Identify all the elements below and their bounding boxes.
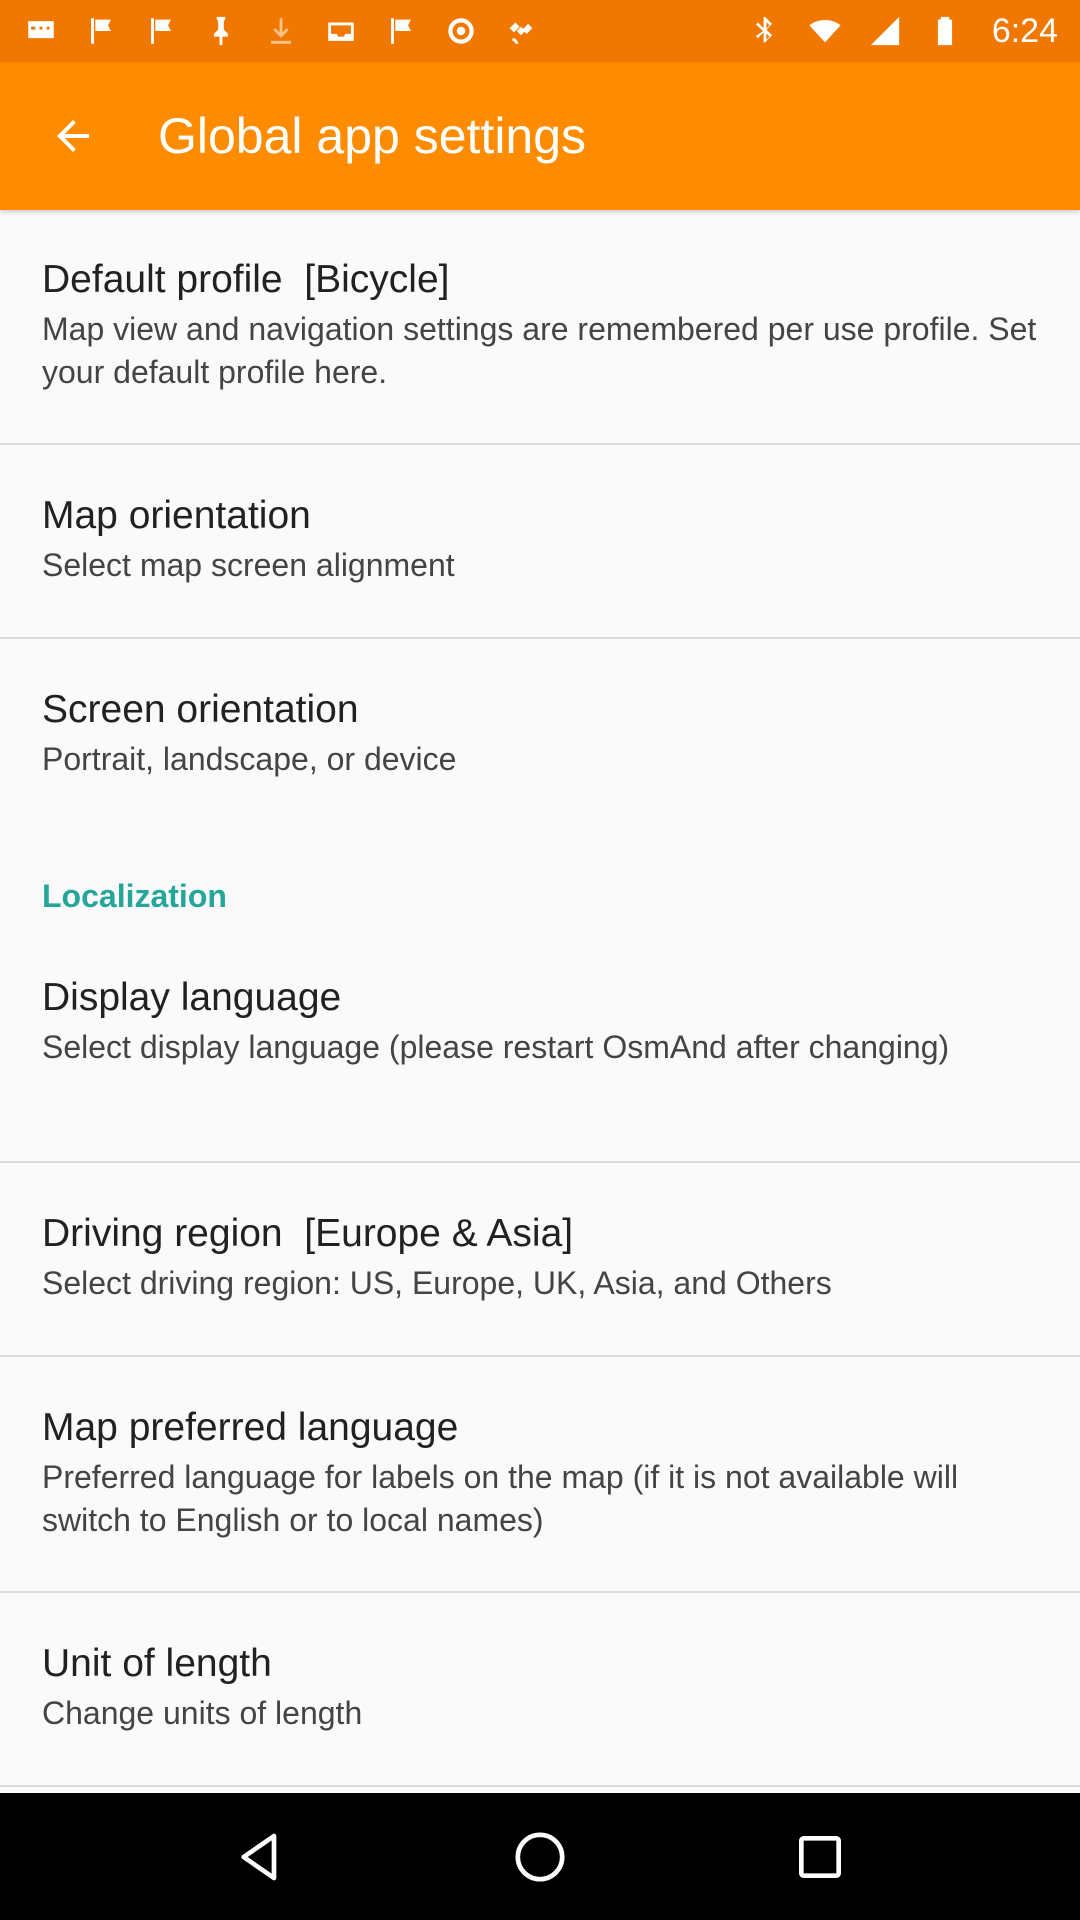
localization-category-header: Localization: [42, 878, 227, 914]
screen-orientation-summary: Portrait, landscape, or device: [42, 741, 457, 777]
message-icon: [24, 14, 58, 48]
flag-icon: [84, 14, 118, 48]
arrow-back-icon: [57, 120, 89, 152]
map-preferred-language-title: Map preferred language: [42, 1406, 459, 1449]
page-title: Global app settings: [158, 108, 587, 164]
divider: [0, 1161, 1080, 1163]
driving-region-summary: Select driving region: US, Europe, UK, A…: [42, 1265, 832, 1301]
fake-gps-icon: [504, 14, 538, 48]
clock: 6:24: [991, 11, 1058, 50]
default-profile-title: Default profile [Bicycle]: [42, 258, 450, 301]
screen-orientation-title: Screen orientation: [42, 688, 359, 731]
unit-of-length-item[interactable]: Unit of length Change units of length: [0, 1640, 1080, 1735]
bluetooth-icon: [748, 14, 782, 48]
map-orientation-summary: Select map screen alignment: [42, 547, 455, 583]
navigation-bar: [0, 1793, 1080, 1920]
nav-home-button[interactable]: [492, 1809, 588, 1905]
home-circle-icon: [515, 1832, 565, 1881]
default-profile-summary: Map view and navigation settings are rem…: [42, 311, 1037, 390]
driving-region-item[interactable]: Driving region [Europe & Asia] Select dr…: [0, 1210, 1080, 1305]
unit-of-length-title: Unit of length: [42, 1642, 272, 1685]
map-orientation-title: Map orientation: [42, 494, 311, 537]
flag-icon: [384, 14, 418, 48]
map-preferred-language-item[interactable]: Map preferred language Preferred languag…: [0, 1404, 1080, 1542]
screen-orientation-item[interactable]: Screen orientation Portrait, landscape, …: [0, 686, 1080, 781]
battery-icon: [928, 14, 962, 48]
divider: [0, 443, 1080, 445]
divider: [0, 1591, 1080, 1593]
divider: [0, 1785, 1080, 1787]
nav-back-button[interactable]: [212, 1809, 308, 1905]
unit-of-length-summary: Change units of length: [42, 1695, 363, 1731]
status-bar: 6:24: [0, 0, 1080, 62]
inbox-icon: [324, 14, 358, 48]
recents-square-icon: [799, 1835, 841, 1878]
nav-recents-button[interactable]: [772, 1809, 868, 1905]
notification-icons: [24, 14, 538, 48]
wifi-icon: [808, 14, 842, 48]
divider: [0, 637, 1080, 639]
display-language-summary: Select display language (please restart …: [42, 1029, 950, 1065]
display-language-title: Display language: [42, 976, 342, 1019]
driving-region-title: Driving region [Europe & Asia]: [42, 1212, 574, 1255]
back-button[interactable]: [0, 62, 146, 210]
divider: [0, 1355, 1080, 1357]
map-preferred-language-summary: Preferred language for labels on the map…: [42, 1459, 959, 1538]
signal-icon: [868, 14, 902, 48]
download-icon: [264, 14, 298, 48]
display-language-item[interactable]: Display language Select display language…: [0, 974, 1080, 1069]
flag-icon: [144, 14, 178, 48]
system-status: 6:24: [748, 12, 1058, 51]
app-bar: Global app settings: [0, 62, 1080, 210]
pushpin-icon: [204, 14, 238, 48]
map-orientation-item[interactable]: Map orientation Select map screen alignm…: [0, 492, 1080, 587]
back-triangle-icon: [241, 1833, 277, 1880]
settings-dot-icon: [444, 14, 478, 48]
settings-list[interactable]: Default profile [Bicycle] Map view and n…: [0, 210, 1080, 1793]
default-profile-item[interactable]: Default profile [Bicycle] Map view and n…: [0, 256, 1080, 394]
